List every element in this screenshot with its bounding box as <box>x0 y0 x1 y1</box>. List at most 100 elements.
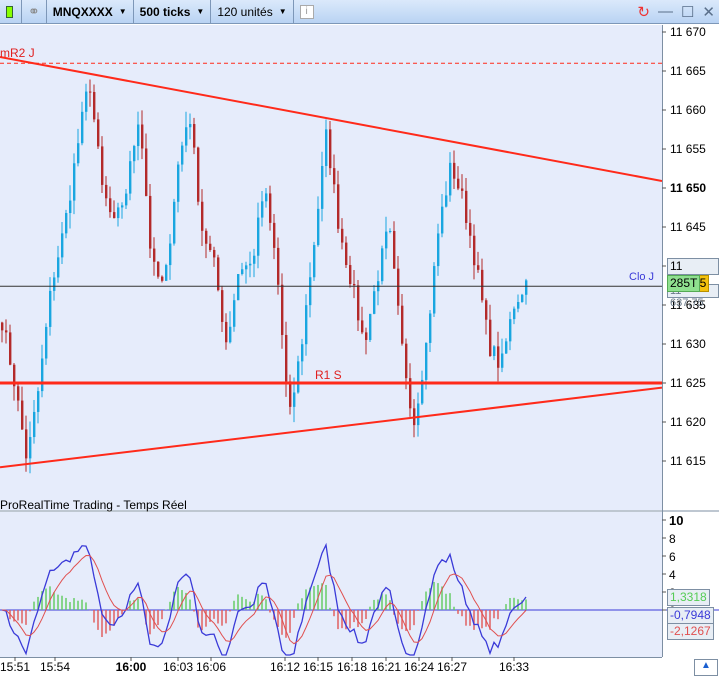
candle-body <box>437 233 440 267</box>
candle-body <box>57 257 60 278</box>
hist-value-box: 1,3318 <box>667 589 710 606</box>
candle-body <box>241 269 244 275</box>
candle-body <box>33 411 36 438</box>
candle-body <box>61 233 64 258</box>
candle-body <box>357 285 360 321</box>
r1s-label: R1 S <box>315 368 342 382</box>
candle-body <box>65 213 68 234</box>
candle-body <box>97 119 100 147</box>
candle-body <box>457 178 460 189</box>
candle-body <box>85 91 88 112</box>
candle-body <box>29 437 32 459</box>
candle-body <box>117 207 120 219</box>
candle-body <box>93 91 96 120</box>
candle-body <box>445 195 448 207</box>
candle-body <box>229 326 232 343</box>
candle-body <box>313 245 316 278</box>
candle-body <box>369 313 372 340</box>
candle-body <box>453 162 456 179</box>
candle-body <box>305 305 308 345</box>
time-tick-label: 16:18 <box>337 660 367 674</box>
candle-body <box>449 162 452 196</box>
candle-body <box>289 381 292 407</box>
candle-body <box>477 265 480 270</box>
candle-body <box>509 319 512 342</box>
candle-body <box>113 212 116 219</box>
candle-body <box>25 429 28 459</box>
price-tick-label: 11 645 <box>670 220 706 234</box>
candle-body <box>21 400 24 430</box>
price-tick-label: 11 665 <box>670 64 706 78</box>
candle-body <box>137 124 140 147</box>
scroll-to-latest-button[interactable]: ▲ <box>694 659 718 676</box>
candle-body <box>225 321 228 343</box>
candle-body <box>373 291 376 314</box>
mr2j-label: mR2 J <box>0 46 35 60</box>
price-tick-label: 11 650 <box>670 181 706 195</box>
candle-body <box>153 248 156 262</box>
candle-body <box>129 161 132 194</box>
candle-body <box>237 274 240 301</box>
candle-body <box>501 353 504 368</box>
candle-body <box>417 403 420 426</box>
last-price-box: 11 638,62 <box>667 258 719 288</box>
candle-body <box>297 361 300 393</box>
candle-body <box>385 231 388 249</box>
candle-body <box>9 332 12 365</box>
time-tick-label: 16:15 <box>303 660 333 674</box>
candle-body <box>425 342 428 380</box>
candle-body <box>433 266 436 314</box>
candle-body <box>261 201 264 218</box>
time-tick-label: 16:24 <box>404 660 434 674</box>
candle-body <box>389 230 392 232</box>
candle-body <box>257 217 260 256</box>
candle-body <box>41 358 44 392</box>
time-tick-label: 16:03 <box>163 660 193 674</box>
indicator-tick-label: 10 <box>669 513 683 528</box>
candle-body <box>45 326 48 359</box>
candle-body <box>489 319 492 357</box>
time-tick-label: 16:12 <box>270 660 300 674</box>
candle-body <box>233 300 236 327</box>
candle-body <box>309 277 312 306</box>
price-tick-label: 11 630 <box>670 337 706 351</box>
candle-body <box>325 129 328 166</box>
candle-body <box>125 193 128 206</box>
candle-body <box>173 201 176 244</box>
indicator-tick-label: 4 <box>669 568 676 582</box>
candle-body <box>317 208 320 246</box>
candle-body <box>517 302 520 309</box>
candle-body <box>405 343 408 379</box>
candle-body <box>429 313 432 343</box>
candle-body <box>17 386 20 401</box>
candle-body <box>5 330 8 333</box>
candle-body <box>149 195 152 249</box>
candle-body <box>221 290 224 322</box>
time-tick-label: 15:54 <box>40 660 70 674</box>
time-tick-label: 16:27 <box>437 660 467 674</box>
candle-body <box>205 230 208 244</box>
candle-body <box>73 163 76 201</box>
indicator-title: ProRealTime Trading - Temps Réel <box>0 498 187 512</box>
candle-body <box>213 249 216 258</box>
candle-body <box>293 392 296 407</box>
candle-body <box>217 257 220 291</box>
price-chart[interactable]: 11 670 11 665 11 660 11 655 11 650 11 645 11 6… <box>0 0 719 677</box>
candle-body <box>1 322 4 331</box>
candle-body <box>141 124 144 149</box>
candle-body <box>469 222 472 236</box>
candle-body <box>353 283 356 286</box>
time-tick-label: 15:51 <box>0 660 30 674</box>
candle-body <box>365 332 368 340</box>
indicator-panel <box>0 512 662 657</box>
candle-body <box>321 165 324 209</box>
candle-body <box>521 294 524 303</box>
candle-body <box>381 248 384 282</box>
time-tick-label: 16:33 <box>499 660 529 674</box>
signal-value-box: -2,1267 <box>667 623 714 640</box>
indicator-tick-label: 6 <box>669 550 676 564</box>
candle-body <box>461 188 464 191</box>
candle-body <box>209 243 212 250</box>
candle-body <box>121 205 124 208</box>
candle-body <box>89 91 92 93</box>
